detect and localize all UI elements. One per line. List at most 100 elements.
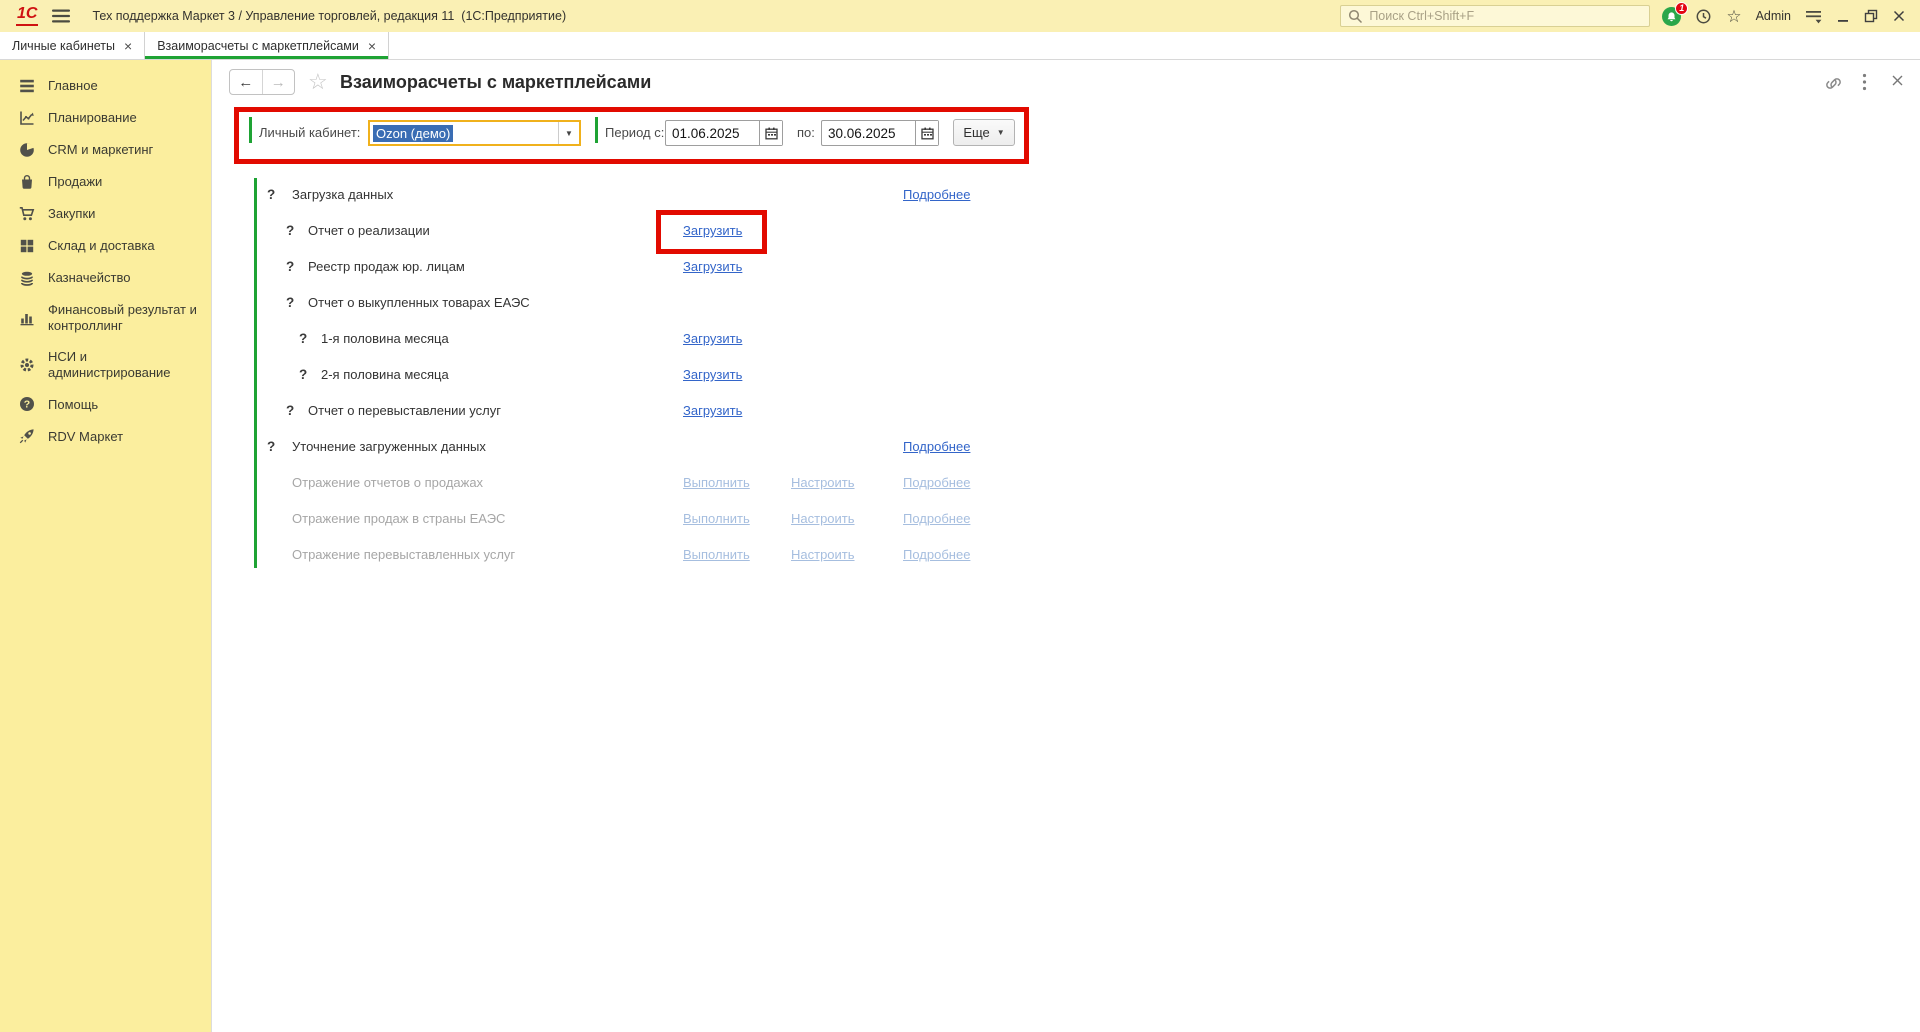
task-row-1: ? Загрузка данных Подробнее: [212, 177, 1312, 213]
sidebar-item-treasury[interactable]: Казначейство: [0, 262, 211, 294]
configure-link[interactable]: Настроить: [791, 537, 855, 573]
details-link[interactable]: Подробнее: [903, 537, 970, 573]
menu-icon: [18, 78, 35, 94]
tab-label: Личные кабинеты: [12, 38, 115, 53]
tabbar: Личные кабинеты × Взаиморасчеты с маркетпл…: [0, 32, 1920, 60]
restore-window-icon[interactable]: [1864, 9, 1878, 23]
sidebar-item-label: Помощь: [48, 396, 99, 412]
close-window-icon[interactable]: [1892, 9, 1906, 23]
task-row-11: Отражение перевыставленных услуг Выполнит…: [212, 537, 1312, 573]
rocket-icon: [18, 428, 35, 444]
sidebar: Главное Планирование CRM и маркетинг Продаж…: [0, 60, 211, 1032]
notification-badge: 1: [1675, 1, 1689, 15]
task-label: 1-я половина месяца: [321, 331, 449, 346]
task-label: Загрузка данных: [292, 187, 394, 202]
task-row-2: ? Отчет о реализации Загрузить: [212, 213, 1312, 249]
task-label: Отражение продаж в страны ЕАЭС: [292, 511, 506, 526]
user-name[interactable]: Admin: [1756, 9, 1791, 23]
window-title: Тех поддержка Маркет 3 / Управление торг…: [92, 9, 567, 23]
help-question-icon[interactable]: ?: [286, 285, 294, 321]
main-menu-icon[interactable]: [52, 9, 71, 23]
search-icon: [1348, 9, 1363, 24]
favorites-star-icon[interactable]: ☆: [1726, 8, 1741, 25]
sidebar-item-crm-marketing[interactable]: CRM и маркетинг: [0, 134, 211, 166]
download-link[interactable]: Загрузить: [683, 249, 742, 285]
task-row-3: ? Реестр продаж юр. лицам Загрузить: [212, 249, 1312, 285]
tab-marketplace-settlements[interactable]: Взаиморасчеты с маркетплейсами ×: [145, 32, 390, 59]
task-label: Отчет о реализации: [308, 223, 430, 238]
configure-link[interactable]: Настроить: [791, 501, 855, 537]
main-content: ← → ☆ Взаиморасчеты с маркетплейсами Лич…: [211, 60, 1920, 1032]
download-link[interactable]: Загрузить: [683, 213, 742, 249]
sidebar-item-purchases[interactable]: Закупки: [0, 198, 211, 230]
tab-personal-cabinets[interactable]: Личные кабинеты ×: [0, 32, 146, 59]
download-link[interactable]: Загрузить: [683, 393, 742, 429]
search-input[interactable]: Поиск Ctrl+Shift+F: [1340, 5, 1651, 27]
bar-chart-icon: [18, 310, 35, 326]
sidebar-item-planning[interactable]: Планирование: [0, 102, 211, 134]
boxes-icon: [18, 238, 35, 254]
run-link[interactable]: Выполнить: [683, 501, 750, 537]
help-question-icon[interactable]: ?: [286, 213, 294, 249]
task-rows: ? Загрузка данных Подробнее? Отчет о реализ…: [212, 60, 1920, 1032]
tab-close-icon[interactable]: ×: [124, 39, 132, 53]
task-row-10: Отражение продаж в страны ЕАЭС Выполнить Н…: [212, 501, 1312, 537]
sidebar-item-nsi-administration[interactable]: НСИ и администрирование: [0, 341, 211, 388]
sidebar-item-label: Склад и доставка: [48, 238, 155, 254]
help-circle-icon: ?: [18, 396, 35, 412]
sidebar-item-label: Продажи: [48, 174, 103, 190]
download-link[interactable]: Загрузить: [683, 321, 742, 357]
tab-close-icon[interactable]: ×: [368, 39, 376, 53]
cart-icon: [18, 206, 35, 222]
task-row-9: Отражение отчетов о продажах Выполнить Нас…: [212, 465, 1312, 501]
sidebar-item-home[interactable]: Главное: [0, 70, 211, 102]
details-link[interactable]: Подробнее: [903, 177, 970, 213]
1c-logo: 1С: [16, 5, 39, 26]
task-row-7: ? Отчет о перевыставлении услуг Загрузить: [212, 393, 1312, 429]
minimize-icon[interactable]: [1836, 9, 1850, 23]
titlebar: 1С Тех поддержка Маркет 3 / Управление т…: [0, 0, 1920, 32]
gear-icon: [18, 357, 35, 373]
details-link[interactable]: Подробнее: [903, 429, 970, 465]
task-label: Реестр продаж юр. лицам: [308, 259, 465, 274]
sidebar-item-rdv-market[interactable]: RDV Маркет: [0, 420, 211, 452]
help-question-icon[interactable]: ?: [267, 177, 275, 213]
sidebar-item-label: RDV Маркет: [48, 428, 124, 444]
sidebar-item-label: Казначейство: [48, 270, 131, 286]
details-link[interactable]: Подробнее: [903, 465, 970, 501]
planning-icon: [18, 110, 35, 126]
search-placeholder: Поиск Ctrl+Shift+F: [1369, 9, 1475, 23]
help-question-icon[interactable]: ?: [286, 249, 294, 285]
configure-link[interactable]: Настроить: [791, 465, 855, 501]
bag-icon: [18, 174, 35, 190]
help-question-icon[interactable]: ?: [267, 429, 275, 465]
details-link[interactable]: Подробнее: [903, 501, 970, 537]
help-question-icon[interactable]: ?: [286, 393, 294, 429]
notifications-icon[interactable]: 1: [1662, 1, 1689, 26]
sidebar-item-help[interactable]: ? Помощь: [0, 388, 211, 420]
sidebar-item-label: Закупки: [48, 206, 96, 222]
sidebar-item-financial-result[interactable]: Финансовый результат и контроллинг: [0, 294, 211, 341]
task-row-8: ? Уточнение загруженных данных Подробнее: [212, 429, 1312, 465]
help-question-icon[interactable]: ?: [299, 357, 307, 393]
sidebar-item-sales[interactable]: Продажи: [0, 166, 211, 198]
task-label: Уточнение загруженных данных: [292, 439, 486, 454]
sidebar-item-label: CRM и маркетинг: [48, 142, 154, 158]
download-link[interactable]: Загрузить: [683, 357, 742, 393]
sidebar-item-label: Финансовый результат и контроллинг: [48, 302, 197, 333]
run-link[interactable]: Выполнить: [683, 537, 750, 573]
run-link[interactable]: Выполнить: [683, 465, 750, 501]
sidebar-item-label: Планирование: [48, 110, 137, 126]
task-row-4: ? Отчет о выкупленных товарах ЕАЭС: [212, 285, 1312, 321]
history-icon[interactable]: [1695, 8, 1712, 25]
task-row-6: ? 2-я половина месяца Загрузить: [212, 357, 1312, 393]
sidebar-item-warehouse-delivery[interactable]: Склад и доставка: [0, 230, 211, 262]
task-label: 2-я половина месяца: [321, 367, 449, 382]
service-menu-icon[interactable]: [1805, 9, 1822, 24]
task-label: Отражение перевыставленных услуг: [292, 547, 516, 562]
pie-chart-icon: [18, 142, 35, 158]
task-label: Отчет о выкупленных товарах ЕАЭС: [308, 295, 530, 310]
sidebar-item-label: НСИ и администрирование: [48, 349, 171, 380]
help-question-icon[interactable]: ?: [299, 321, 307, 357]
task-label: Отражение отчетов о продажах: [292, 475, 484, 490]
